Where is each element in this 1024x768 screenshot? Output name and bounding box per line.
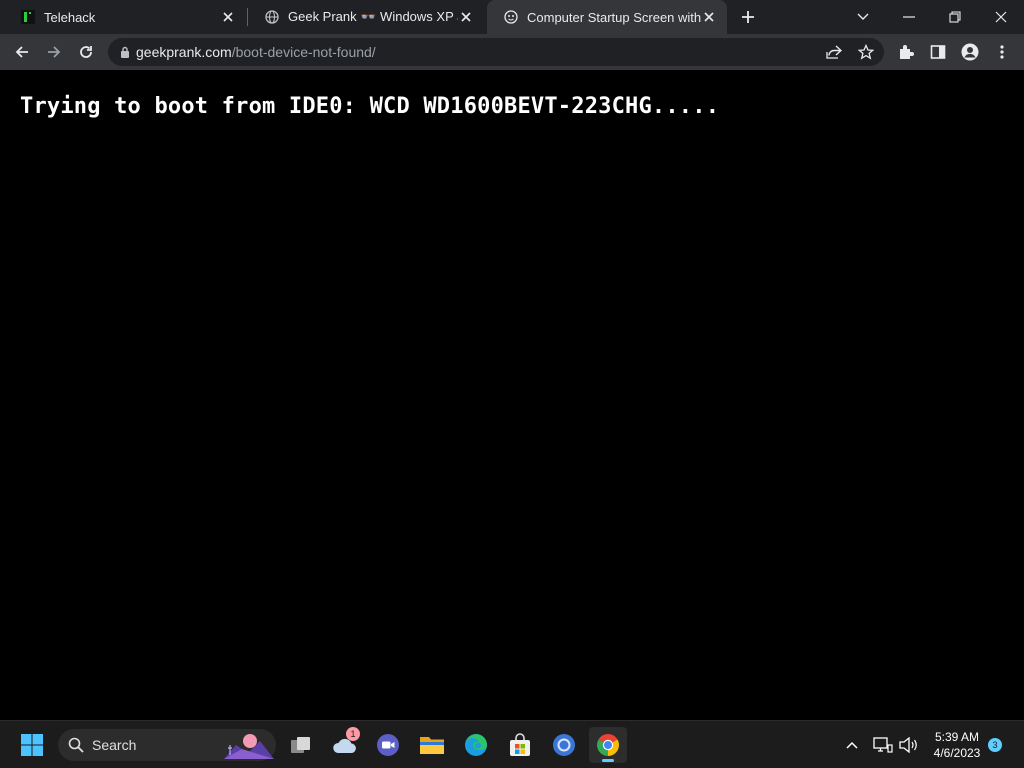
reload-icon (80, 46, 92, 58)
more-vertical-icon (1000, 45, 1004, 59)
restore-button[interactable] (932, 0, 978, 34)
profile-button[interactable] (958, 40, 982, 64)
back-button[interactable] (8, 38, 36, 66)
teams-meet-button[interactable] (369, 727, 407, 763)
url-text: geekprank.com/boot-device-not-found/ (136, 44, 376, 60)
boot-message: Trying to boot from IDE0: WCD WD1600BEVT… (20, 94, 720, 119)
taskbar-clock[interactable]: 5:39 AM 4/6/2023 (926, 729, 988, 761)
show-hidden-icons-button[interactable] (842, 731, 862, 759)
video-camera-icon (377, 734, 399, 756)
new-tab-button[interactable] (736, 5, 760, 29)
side-panel-icon (930, 45, 946, 59)
close-window-button[interactable] (978, 0, 1024, 34)
edge-browser-button[interactable] (457, 727, 495, 763)
taskbar-search-box[interactable]: Search (58, 729, 276, 761)
url-path: /boot-device-not-found/ (231, 44, 376, 60)
chrome-alt-button[interactable] (545, 727, 583, 763)
chrome-button[interactable] (589, 727, 627, 763)
forward-button[interactable] (40, 38, 68, 66)
browser-menu-button[interactable] (990, 40, 1014, 64)
geekprank-icon (503, 9, 519, 25)
close-tab-icon[interactable] (458, 9, 474, 25)
tab-search-button[interactable] (840, 0, 886, 34)
page-viewport: Trying to boot from IDE0: WCD WD1600BEVT… (0, 70, 1024, 720)
volume-button[interactable] (898, 731, 920, 759)
chevron-down-icon (857, 13, 869, 20)
close-icon (995, 11, 1007, 23)
address-bar[interactable]: geekprank.com/boot-device-not-found/ (108, 38, 884, 66)
chrome-icon (597, 734, 619, 756)
notification-badge[interactable]: 3 (988, 738, 1002, 752)
restore-icon (949, 11, 961, 23)
speaker-icon (899, 737, 917, 753)
microsoft-store-button[interactable] (501, 727, 539, 763)
windows-taskbar: Search 1 5:39 AM 4/6/2023 3 (0, 720, 1024, 768)
store-bag-icon (510, 733, 530, 756)
tab-title: Computer Startup Screen with Bo (527, 9, 701, 25)
globe-icon (264, 9, 280, 25)
close-tab-icon[interactable] (220, 9, 236, 25)
reload-button[interactable] (72, 38, 100, 66)
minimize-button[interactable] (886, 0, 932, 34)
minimize-icon (903, 16, 915, 18)
network-button[interactable] (872, 731, 894, 759)
windows-logo-icon (21, 734, 43, 756)
start-button[interactable] (13, 727, 51, 763)
close-tab-icon[interactable] (701, 9, 717, 25)
extensions-button[interactable] (894, 40, 918, 64)
browser-toolbar: geekprank.com/boot-device-not-found/ (0, 34, 1024, 70)
task-view-icon (291, 737, 310, 753)
puzzle-piece-icon (900, 45, 914, 59)
arrow-right-icon (48, 46, 61, 58)
tab-title: Geek Prank 👓 Windows XP and (288, 9, 458, 24)
share-icon[interactable] (824, 42, 844, 62)
search-icon (68, 737, 84, 753)
telehack-icon (20, 9, 36, 25)
chrome-blue-icon (553, 734, 575, 756)
widgets-weather-button[interactable]: 1 (326, 727, 364, 763)
weather-badge: 1 (346, 727, 360, 741)
browser-tab-strip: Telehack Geek Prank 👓 Windows XP and Com… (0, 0, 1024, 34)
search-label: Search (92, 737, 137, 753)
bookmark-star-icon[interactable] (856, 42, 876, 62)
file-explorer-button[interactable] (413, 727, 451, 763)
clock-time: 5:39 AM (934, 730, 980, 744)
side-panel-button[interactable] (926, 40, 950, 64)
tab-geek-prank-xp[interactable]: Geek Prank 👓 Windows XP and (248, 0, 484, 34)
folder-icon (420, 737, 444, 754)
network-ethernet-icon (873, 737, 893, 753)
tab-title: Telehack (44, 9, 96, 25)
avatar-icon (961, 43, 979, 61)
plus-icon (742, 11, 754, 23)
clock-date: 4/6/2023 (933, 746, 981, 760)
search-highlight-illustration-icon (224, 731, 274, 759)
task-view-button[interactable] (282, 727, 320, 763)
active-app-indicator (602, 759, 614, 762)
arrow-left-icon (15, 46, 28, 58)
chevron-up-icon (846, 741, 858, 749)
tab-computer-startup-screen[interactable]: Computer Startup Screen with Bo (487, 0, 727, 34)
edge-icon (465, 734, 487, 756)
tab-telehack[interactable]: Telehack (4, 0, 246, 34)
lock-icon[interactable] (120, 46, 130, 58)
url-host: geekprank.com (136, 44, 232, 60)
